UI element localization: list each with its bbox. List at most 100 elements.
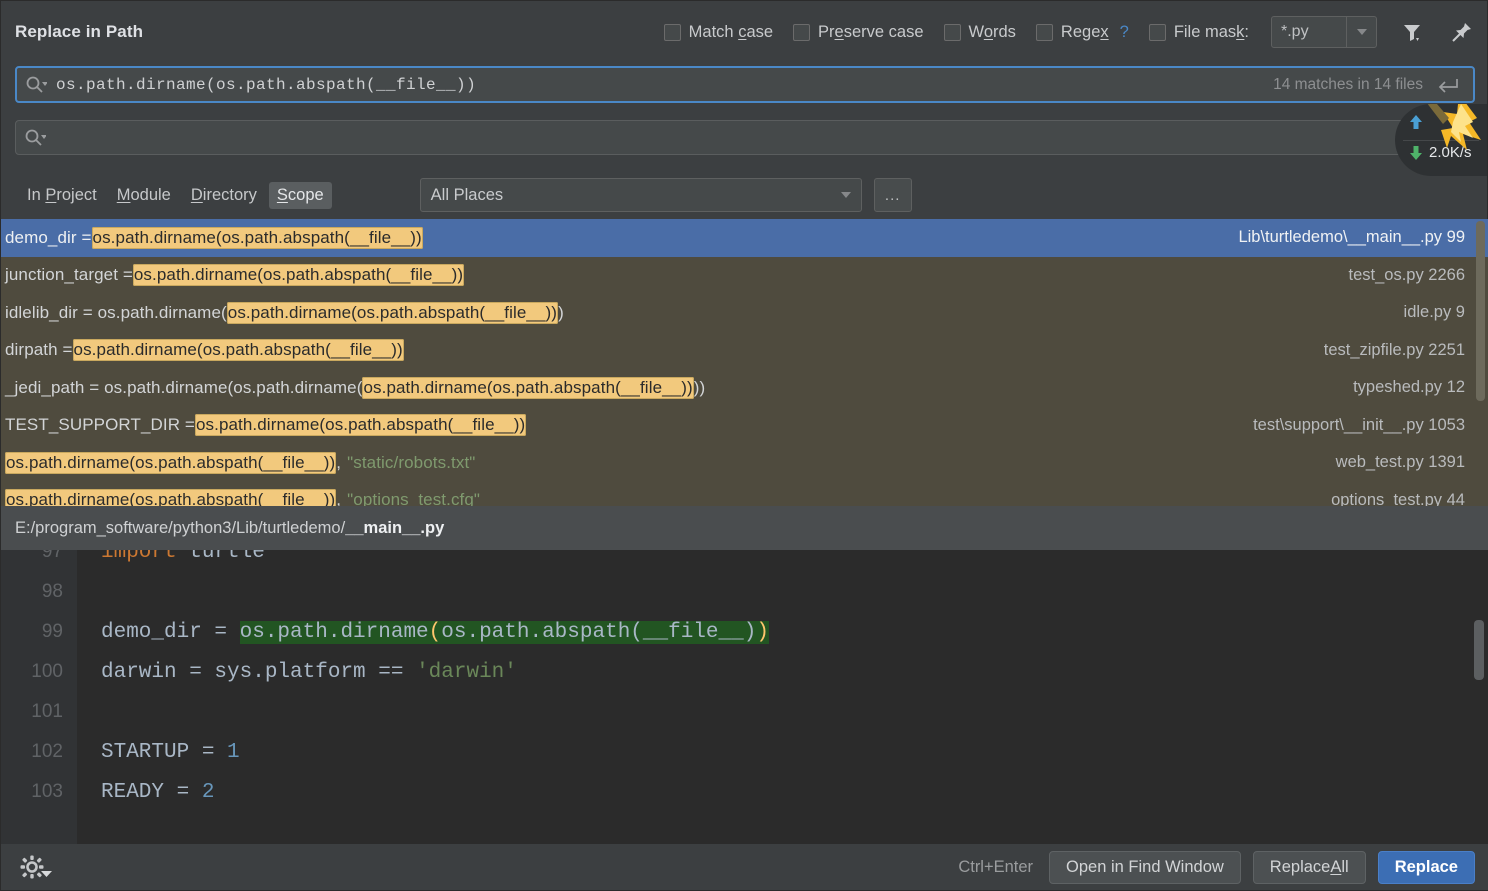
result-code: dirpath = os.path.dirname(os.path.abspat… [5, 339, 404, 362]
regex-checkbox[interactable] [1035, 23, 1053, 41]
match-highlight: os.path.dirname(os.path.abspath(__file__… [194, 414, 527, 437]
line-number: 99 [41, 621, 63, 642]
line-content: STARTUP = 1 [101, 740, 240, 764]
chevron-down-icon [41, 871, 52, 877]
words-checkbox[interactable] [943, 23, 961, 41]
result-file-location: options_test.py 44 [1331, 490, 1465, 506]
dialog-footer: Ctrl+Enter Open in Find Window Replace A… [1, 844, 1488, 890]
chevron-down-icon [840, 192, 851, 198]
line-number: 102 [31, 741, 63, 762]
preview-file-header: E:/program_software/python3/Lib/turtlede… [1, 506, 1488, 550]
regex-help-link[interactable]: ? [1120, 23, 1129, 42]
replace-in-path-dialog: Replace in Path Match case Preserve case… [0, 0, 1488, 891]
arrow-up-icon [1410, 115, 1422, 129]
option-words[interactable]: Words [943, 23, 1016, 42]
scope-tabs: In Project Module Directory Scope [19, 181, 332, 209]
result-file-location: typeshed.py 12 [1353, 378, 1465, 397]
match-highlight: os.path.dirname(os.path.abspath(__file__… [91, 226, 423, 249]
upload-speed-row [1409, 114, 1423, 130]
match-highlight: os.path.dirname(os.path.abspath(__file__… [132, 264, 465, 287]
places-dropdown[interactable]: All Places [419, 178, 862, 212]
replace-input[interactable] [15, 120, 1475, 155]
result-code: junction_target = os.path.dirname(os.pat… [5, 264, 465, 287]
regex-label: Regex [1060, 22, 1109, 41]
file-mask-value[interactable]: *.py [1272, 17, 1346, 47]
scope-tab-in-project[interactable]: In Project [19, 182, 105, 209]
browse-button[interactable]: ... [873, 178, 912, 212]
code-line: 97 import turtle [1, 550, 1488, 572]
match-highlight: os.path.dirname(os.path.abspath(__file__… [362, 376, 694, 399]
result-file-location: web_test.py 1391 [1335, 453, 1465, 472]
match-count-area: 14 matches in 14 files [1273, 76, 1473, 94]
option-regex[interactable]: Regex ? [1035, 22, 1129, 42]
match-highlight: os.path.dirname(os.path.abspath(__file__… [72, 339, 404, 362]
result-code: _jedi_path = os.path.dirname(os.path.dir… [5, 376, 706, 399]
arrow-down-icon [1410, 145, 1422, 160]
table-row[interactable]: TEST_SUPPORT_DIR = os.path.dirname(os.pa… [1, 407, 1488, 445]
match-highlight: os.path.dirname(os.path.abspath(__file__… [5, 451, 337, 474]
dialog-header: Replace in Path Match case Preserve case… [1, 1, 1488, 63]
result-file-location: test\support\__init__.py 1053 [1253, 415, 1465, 434]
scope-tab-directory[interactable]: Directory [183, 182, 265, 209]
option-match-case[interactable]: Match case [663, 22, 774, 42]
flame-torch-icon [1427, 104, 1481, 150]
line-number: 103 [31, 781, 63, 802]
filter-funnel-icon [1404, 25, 1420, 41]
results-list[interactable]: demo_dir = os.path.dirname(os.path.abspa… [1, 219, 1488, 506]
pin-button[interactable] [1447, 17, 1477, 47]
open-in-find-window-button[interactable]: Open in Find Window [1049, 850, 1241, 884]
file-mask-combo[interactable]: *.py [1271, 16, 1377, 48]
filter-button[interactable] [1397, 17, 1427, 47]
table-row[interactable]: os.path.dirname(os.path.abspath(__file__… [1, 482, 1488, 506]
code-match-highlight: os.path.dirname [239, 620, 429, 644]
code-scrollbar[interactable] [1474, 620, 1484, 680]
replace-button[interactable]: Replace [1377, 850, 1475, 884]
file-mask-checkbox[interactable] [1148, 23, 1166, 41]
shortcut-hint: Ctrl+Enter [958, 857, 1034, 876]
search-input[interactable]: os.path.dirname(os.path.abspath(__file__… [15, 66, 1475, 103]
scope-tab-scope[interactable]: Scope [268, 181, 332, 209]
result-code: TEST_SUPPORT_DIR = os.path.dirname(os.pa… [5, 414, 527, 437]
option-file-mask[interactable]: File mask: [1148, 22, 1249, 42]
code-preview[interactable]: 97 import turtle 98 99 demo_dir = os.pat… [1, 550, 1488, 846]
preserve-case-label: Preserve case [818, 22, 924, 41]
table-row[interactable]: dirpath = os.path.dirname(os.path.abspat… [1, 332, 1488, 370]
result-file-location: idle.py 9 [1403, 303, 1465, 322]
result-code: os.path.dirname(os.path.abspath(__file__… [5, 451, 476, 474]
file-mask-dropdown-button[interactable] [1346, 17, 1376, 47]
result-code: os.path.dirname(os.path.abspath(__file__… [5, 489, 480, 506]
table-row[interactable]: idlelib_dir = os.path.dirname(os.path.di… [1, 294, 1488, 332]
results-scrollbar[interactable] [1476, 221, 1485, 401]
replace-search-dropdown-icon[interactable] [24, 128, 46, 148]
page-title: Replace in Path [15, 22, 144, 41]
scope-row: In Project Module Directory Scope All Pl… [1, 173, 1488, 217]
enter-return-icon[interactable] [1437, 77, 1459, 93]
network-speed-widget[interactable]: 2.0K/s [1395, 104, 1487, 176]
search-dropdown-icon[interactable] [25, 75, 47, 95]
table-row[interactable]: demo_dir = os.path.dirname(os.path.abspa… [1, 219, 1488, 257]
match-case-checkbox[interactable] [663, 23, 681, 41]
result-code: demo_dir = os.path.dirname(os.path.abspa… [5, 226, 423, 249]
option-preserve-case[interactable]: Preserve case [793, 22, 924, 42]
line-number: 100 [31, 661, 63, 682]
code-line: 98 [1, 572, 1488, 612]
result-file-location: Lib\turtledemo\__main__.py 99 [1238, 228, 1465, 247]
match-highlight: os.path.dirname(os.path.abspath(__file__… [5, 489, 337, 506]
file-mask-label: File mask: [1173, 22, 1249, 41]
search-input-value[interactable]: os.path.dirname(os.path.abspath(__file__… [56, 76, 476, 94]
table-row[interactable]: junction_target = os.path.dirname(os.pat… [1, 257, 1488, 295]
match-case-label: Match case [688, 22, 774, 41]
result-code: idlelib_dir = os.path.dirname(os.path.di… [5, 301, 564, 324]
footer-buttons: Ctrl+Enter Open in Find Window Replace A… [958, 850, 1488, 884]
places-dropdown-value: All Places [430, 185, 504, 204]
preserve-case-checkbox[interactable] [793, 23, 811, 41]
table-row[interactable]: _jedi_path = os.path.dirname(os.path.dir… [1, 369, 1488, 407]
scope-tab-module[interactable]: Module [109, 182, 179, 209]
line-content: demo_dir = os.path.dirname(os.path.abspa… [101, 620, 769, 644]
table-row[interactable]: os.path.dirname(os.path.abspath(__file__… [1, 444, 1488, 482]
line-number: 97 [41, 550, 63, 562]
chevron-down-icon [1356, 29, 1367, 35]
replace-all-button[interactable]: Replace All [1252, 850, 1366, 884]
settings-button[interactable] [19, 854, 52, 880]
code-line: 103 READY = 2 [1, 772, 1488, 812]
